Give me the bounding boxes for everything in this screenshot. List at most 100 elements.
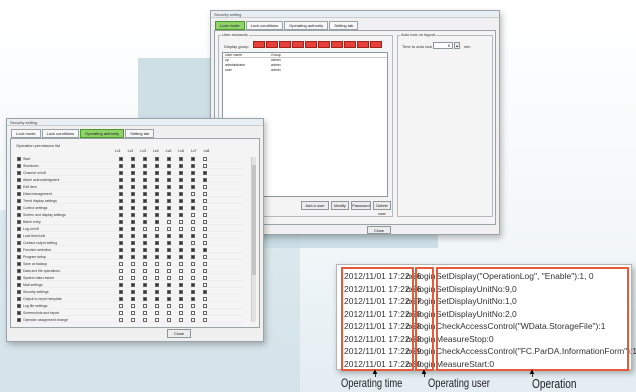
level-checkbox[interactable] (167, 205, 171, 210)
level-checkbox[interactable] (179, 317, 183, 322)
level-checkbox[interactable] (203, 289, 207, 294)
level-checkbox[interactable] (203, 198, 207, 203)
level-checkbox[interactable] (179, 240, 183, 245)
level-checkbox[interactable] (155, 310, 159, 315)
level-checkbox[interactable] (179, 170, 183, 175)
level-checkbox[interactable] (167, 261, 171, 266)
level-checkbox[interactable] (191, 177, 195, 182)
level-checkbox[interactable] (155, 226, 159, 231)
level-checkbox[interactable] (203, 233, 207, 238)
level-checkbox[interactable] (167, 254, 171, 259)
close-button[interactable]: Close (367, 226, 391, 234)
level-checkbox[interactable] (191, 268, 195, 273)
row-checkbox[interactable] (17, 233, 21, 238)
level-checkbox[interactable] (155, 247, 159, 252)
level-checkbox[interactable] (131, 184, 135, 189)
level-checkbox[interactable] (167, 177, 171, 182)
level-checkbox[interactable] (155, 275, 159, 280)
level-checkbox[interactable] (143, 303, 147, 308)
level-checkbox[interactable] (119, 226, 123, 231)
level-checkbox[interactable] (179, 310, 183, 315)
row-checkbox[interactable] (17, 289, 21, 294)
level-checkbox[interactable] (179, 254, 183, 259)
level-checkbox[interactable] (167, 163, 171, 168)
level-checkbox[interactable] (119, 219, 123, 224)
level-checkbox[interactable] (203, 212, 207, 217)
level-checkbox[interactable] (179, 212, 183, 217)
group-button-9[interactable] (357, 41, 369, 48)
level-checkbox[interactable] (179, 233, 183, 238)
level-checkbox[interactable] (179, 275, 183, 280)
level-checkbox[interactable] (191, 219, 195, 224)
level-checkbox[interactable] (167, 282, 171, 287)
level-checkbox[interactable] (167, 268, 171, 273)
level-checkbox[interactable] (119, 289, 123, 294)
level-checkbox[interactable] (143, 296, 147, 301)
level-checkbox[interactable] (179, 205, 183, 210)
group-button-7[interactable] (331, 41, 343, 48)
level-checkbox[interactable] (191, 184, 195, 189)
level-checkbox[interactable] (179, 156, 183, 161)
level-checkbox[interactable] (203, 163, 207, 168)
password-button[interactable]: Password (351, 201, 371, 210)
level-checkbox[interactable] (203, 268, 207, 273)
level-checkbox[interactable] (203, 275, 207, 280)
level-checkbox[interactable] (203, 261, 207, 266)
level-checkbox[interactable] (119, 310, 123, 315)
col-header-group[interactable]: Group (271, 53, 281, 57)
row-checkbox[interactable] (17, 184, 21, 189)
level-checkbox[interactable] (167, 170, 171, 175)
level-checkbox[interactable] (167, 303, 171, 308)
level-checkbox[interactable] (155, 219, 159, 224)
row-checkbox[interactable] (17, 317, 21, 322)
level-checkbox[interactable] (119, 205, 123, 210)
level-checkbox[interactable] (191, 191, 195, 196)
group-button-1[interactable] (253, 41, 265, 48)
level-checkbox[interactable] (119, 191, 123, 196)
level-checkbox[interactable] (131, 317, 135, 322)
level-checkbox[interactable] (203, 184, 207, 189)
level-checkbox[interactable] (203, 170, 207, 175)
level-checkbox[interactable] (167, 226, 171, 231)
level-checkbox[interactable] (131, 296, 135, 301)
level-checkbox[interactable] (179, 219, 183, 224)
level-checkbox[interactable] (167, 289, 171, 294)
level-checkbox[interactable] (191, 296, 195, 301)
level-checkbox[interactable] (155, 254, 159, 259)
level-checkbox[interactable] (143, 261, 147, 266)
level-checkbox[interactable] (119, 156, 123, 161)
level-checkbox[interactable] (179, 184, 183, 189)
level-checkbox[interactable] (167, 240, 171, 245)
level-checkbox[interactable] (131, 282, 135, 287)
group-button-4[interactable] (292, 41, 304, 48)
level-checkbox[interactable] (119, 247, 123, 252)
group-button-2[interactable] (266, 41, 278, 48)
level-checkbox[interactable] (131, 310, 135, 315)
level-checkbox[interactable] (155, 177, 159, 182)
level-checkbox[interactable] (203, 254, 207, 259)
row-checkbox[interactable] (17, 261, 21, 266)
level-checkbox[interactable] (143, 191, 147, 196)
level-checkbox[interactable] (203, 177, 207, 182)
group-button-3[interactable] (279, 41, 291, 48)
auto-lock-time-field[interactable]: 5 (433, 42, 453, 49)
level-checkbox[interactable] (191, 303, 195, 308)
level-checkbox[interactable] (155, 170, 159, 175)
level-checkbox[interactable] (131, 219, 135, 224)
level-checkbox[interactable] (203, 226, 207, 231)
level-checkbox[interactable] (131, 156, 135, 161)
level-checkbox[interactable] (167, 212, 171, 217)
level-checkbox[interactable] (119, 317, 123, 322)
add-user-button[interactable]: Add a user (301, 201, 329, 210)
row-checkbox[interactable] (17, 268, 21, 273)
level-checkbox[interactable] (143, 226, 147, 231)
level-checkbox[interactable] (131, 198, 135, 203)
tab-lock-mode[interactable]: Lock mode (11, 129, 41, 138)
row-checkbox[interactable] (17, 296, 21, 301)
level-checkbox[interactable] (203, 303, 207, 308)
level-checkbox[interactable] (119, 170, 123, 175)
level-checkbox[interactable] (167, 198, 171, 203)
level-checkbox[interactable] (191, 198, 195, 203)
level-checkbox[interactable] (167, 317, 171, 322)
level-checkbox[interactable] (155, 198, 159, 203)
